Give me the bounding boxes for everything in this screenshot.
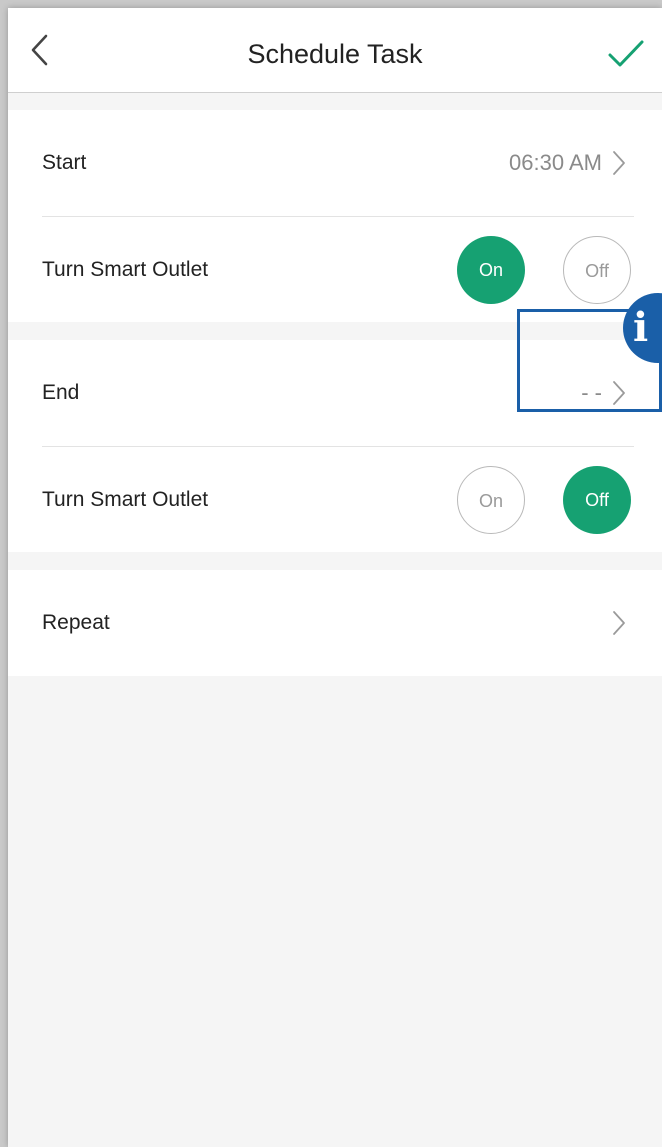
- turn-smart-outlet-label: Turn Smart Outlet: [42, 488, 209, 511]
- chevron-left-icon: [31, 34, 48, 66]
- end-time-value: - -: [581, 380, 602, 405]
- chevron-right-icon: [613, 381, 625, 405]
- end-time-row[interactable]: End - -: [8, 340, 662, 446]
- page-title: Schedule Task: [247, 39, 423, 69]
- chevron-right-icon: [613, 611, 625, 635]
- end-off-button[interactable]: Off: [563, 466, 631, 534]
- start-action-row: Turn Smart Outlet On Off: [8, 217, 662, 323]
- start-time-row[interactable]: Start 06:30 AM: [8, 110, 662, 216]
- repeat-group: Repeat: [8, 570, 662, 676]
- navigation-bar: Schedule Task: [8, 8, 662, 93]
- end-group: End - - Turn Smart Outlet On Off: [8, 340, 662, 552]
- repeat-row[interactable]: Repeat: [8, 570, 662, 676]
- turn-smart-outlet-label: Turn Smart Outlet: [42, 258, 209, 281]
- start-label: Start: [42, 151, 87, 174]
- start-time-value: 06:30 AM: [509, 150, 602, 175]
- repeat-label: Repeat: [42, 611, 110, 634]
- confirm-button[interactable]: [604, 32, 648, 76]
- end-label: End: [42, 381, 80, 404]
- start-on-button[interactable]: On: [457, 236, 525, 304]
- back-button[interactable]: [22, 28, 62, 72]
- end-on-button[interactable]: On: [457, 466, 525, 534]
- start-off-button[interactable]: Off: [563, 236, 631, 304]
- app-screen: Schedule Task Start 06:30 AM Turn Smart …: [8, 8, 662, 1147]
- chevron-right-icon: [613, 151, 625, 175]
- checkmark-icon: [608, 40, 644, 67]
- start-group: Start 06:30 AM Turn Smart Outlet On Off: [8, 110, 662, 322]
- end-action-row: Turn Smart Outlet On Off: [8, 447, 662, 553]
